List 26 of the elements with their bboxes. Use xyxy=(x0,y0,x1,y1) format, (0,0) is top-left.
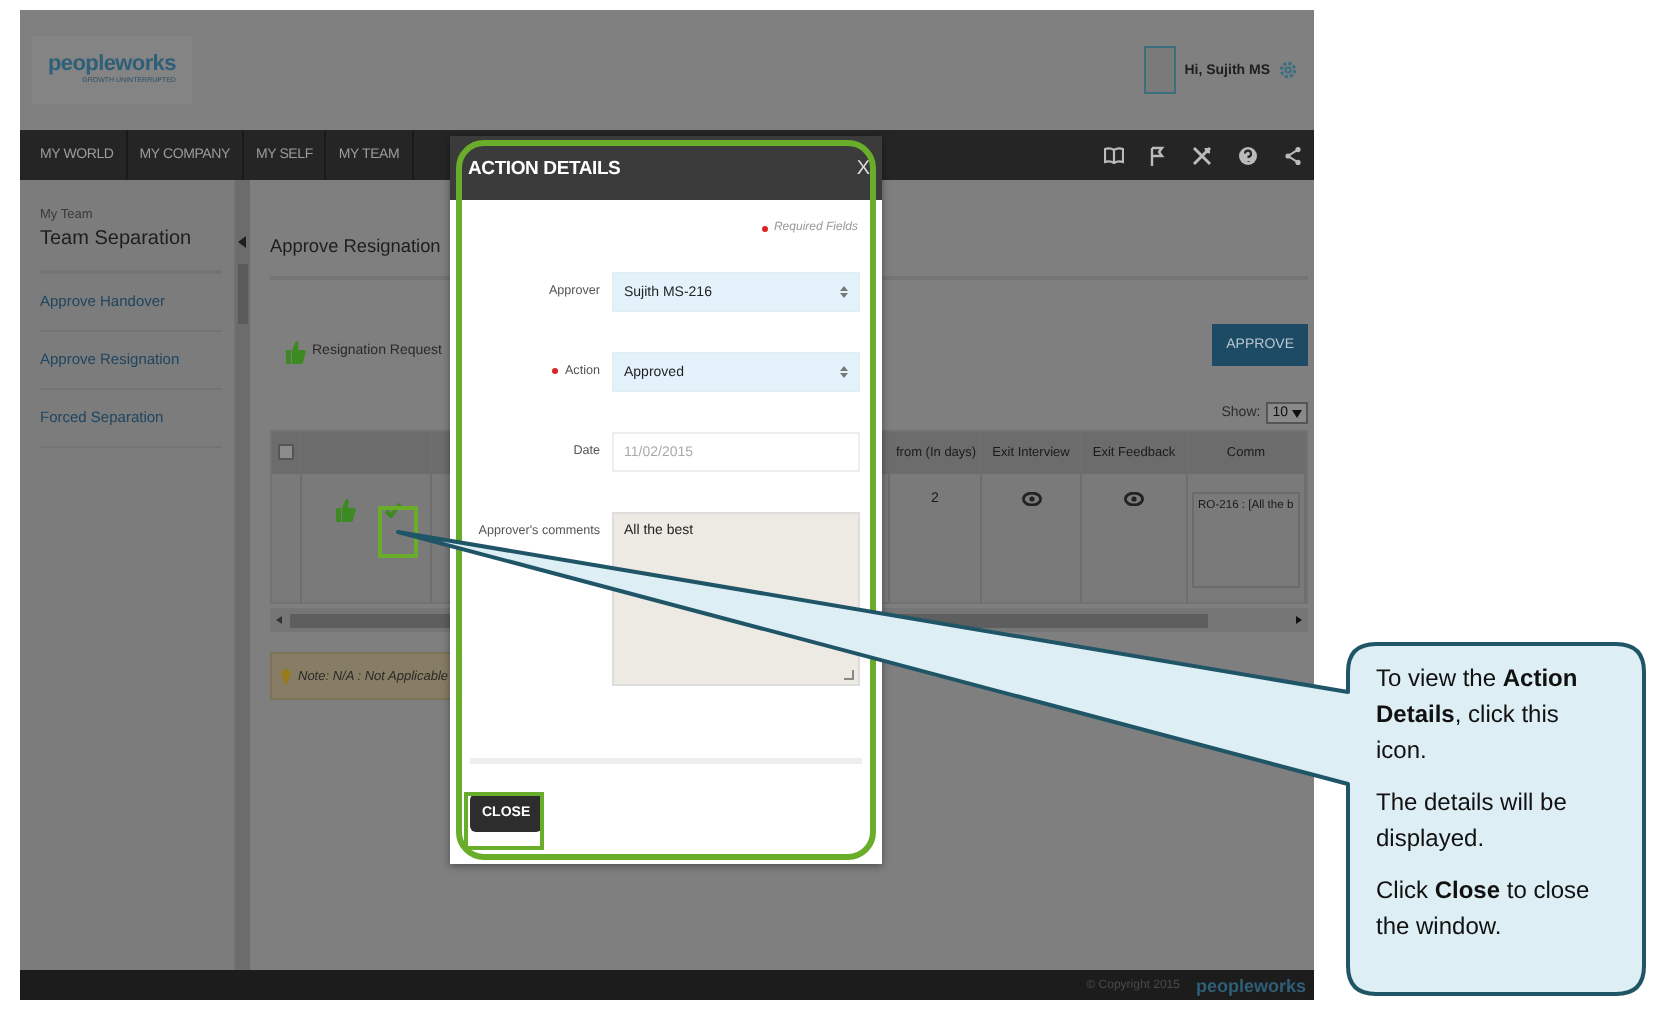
callout-text: Click Close to close the window. xyxy=(1376,874,1592,944)
help-icon[interactable] xyxy=(1238,145,1258,165)
close-icon[interactable]: X xyxy=(856,157,870,179)
callout-text: To view the Action Details, click this icon. xyxy=(1376,662,1580,768)
eye-icon[interactable] xyxy=(1021,492,1041,506)
pin-icon xyxy=(280,667,292,685)
scrollbar-thumb[interactable] xyxy=(238,264,248,324)
book-icon[interactable] xyxy=(1104,146,1124,164)
thumbs-up-icon xyxy=(334,498,356,522)
tools-icon[interactable] xyxy=(1192,145,1212,165)
callout-text: The details will be displayed. xyxy=(1376,786,1569,856)
footer-logo: peopleworks xyxy=(1195,975,1306,995)
dropdown-arrow-icon xyxy=(1292,409,1302,417)
share-icon[interactable] xyxy=(1284,145,1302,165)
eye-icon[interactable] xyxy=(1124,492,1144,506)
dialog-title: ACTION DETAILS xyxy=(468,157,621,179)
flag-icon[interactable] xyxy=(1150,145,1166,165)
check-icon[interactable] xyxy=(384,502,402,518)
page-title: Approve Resignation xyxy=(270,236,441,256)
checkbox[interactable] xyxy=(278,444,294,460)
required-dot-icon xyxy=(761,225,768,231)
thumbs-up-icon xyxy=(284,339,306,363)
sidebar-title: Team Separation xyxy=(40,228,194,250)
sort-arrows-icon xyxy=(840,366,848,378)
required-dot-icon xyxy=(552,368,559,374)
sort-arrows-icon xyxy=(840,286,848,298)
